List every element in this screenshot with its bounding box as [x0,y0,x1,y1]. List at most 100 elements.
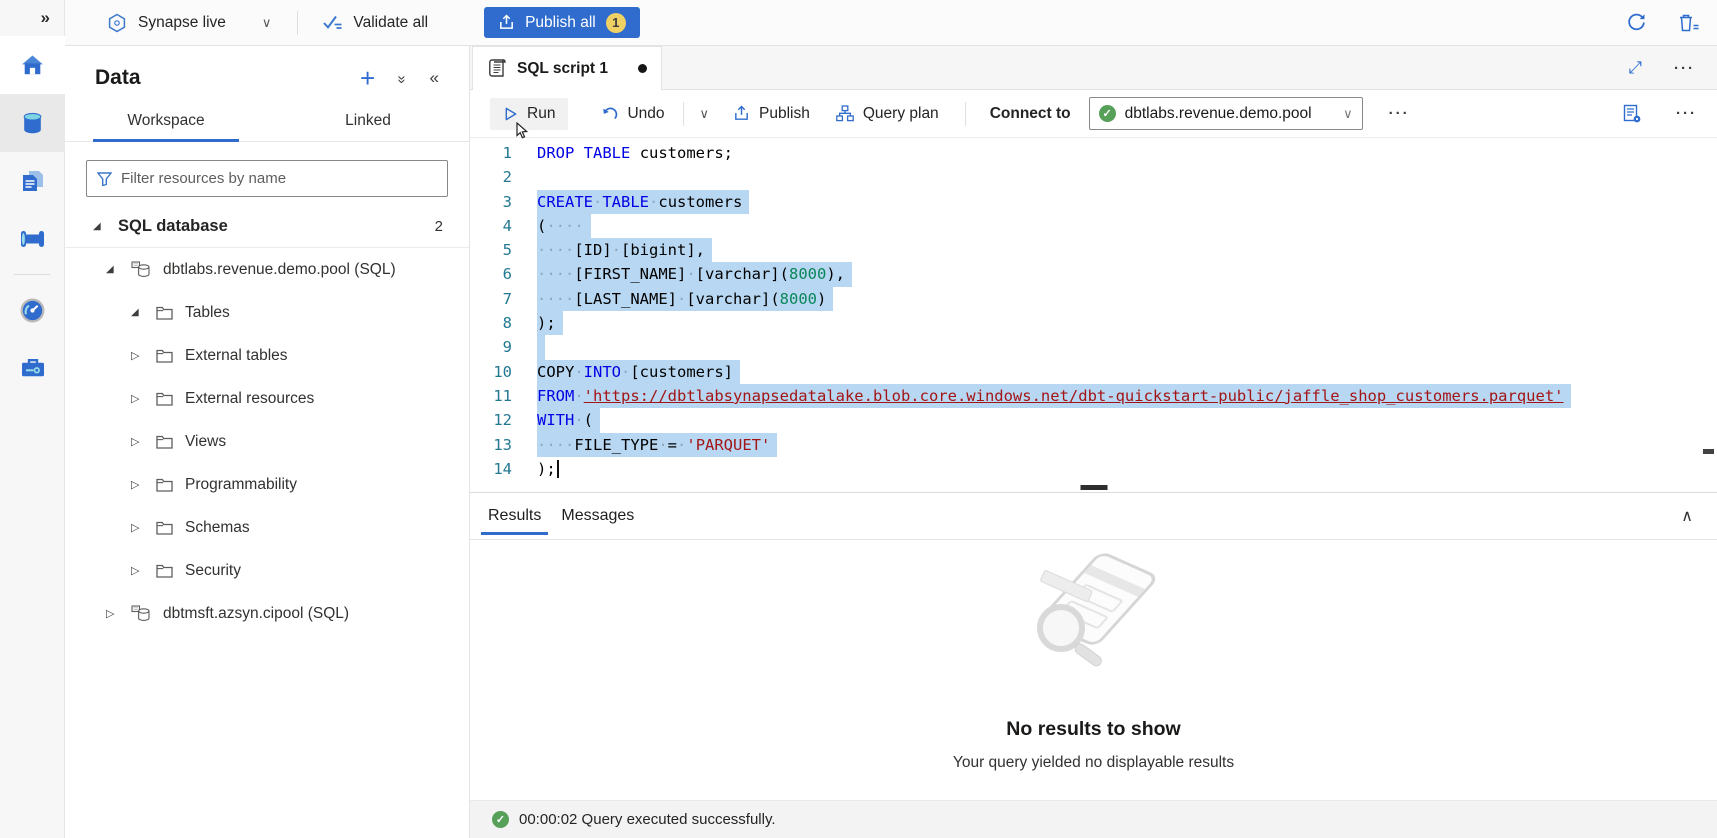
rail-item-monitor[interactable] [0,281,65,339]
add-resource-button[interactable]: + [360,68,375,88]
tree-expander-icon[interactable]: ▷ [131,564,145,577]
tree-item-count: 2 [435,218,469,235]
query-plan-button[interactable]: Query plan [836,105,939,123]
tree-item-dbtlabs-revenue-demo-pool-sql[interactable]: ◢dbtlabs.revenue.demo.pool (SQL) [65,248,469,291]
tree-item-label: Tables [185,304,230,322]
expand-editor-icon[interactable]: ⤢ [1628,58,1642,78]
refresh-icon[interactable] [1626,12,1647,33]
tab-results[interactable]: Results [478,493,551,539]
left-nav-rail: » [0,0,65,838]
develop-icon [20,168,46,194]
tree-expander-icon[interactable]: ◢ [131,307,145,318]
tree-item-security[interactable]: ▷Security [65,549,469,592]
toolbar-more-icon[interactable]: ··· [1389,105,1410,122]
tree-item-schemas[interactable]: ▷Schemas [65,506,469,549]
rail-item-integrate[interactable] [0,210,65,268]
tab-sql-script-1[interactable]: SQL script 1 [472,46,662,90]
collapse-results-icon[interactable]: ∧ [1681,506,1717,526]
tree-expander-icon[interactable]: ▷ [131,521,145,534]
tab-messages[interactable]: Messages [551,493,644,539]
folder-icon [156,392,173,406]
tree-item-external-resources[interactable]: ▷External resources [65,377,469,420]
tree-expander-icon[interactable]: ▷ [131,435,145,448]
selection-highlight: ····[LAST_NAME]·[varchar](8000) [537,287,833,311]
run-options-chevron-icon[interactable]: ∨ [700,106,710,122]
results-tab-bar: Results Messages ∧ [470,493,1717,540]
top-command-bar: Synapse live ∨ Validate all Publish all … [65,0,1717,46]
home-icon [19,52,46,78]
tab-workspace[interactable]: Workspace [65,102,267,141]
tree-expander-icon[interactable]: ▷ [106,607,120,620]
panel-title: Data [95,66,141,90]
collapse-all-icon[interactable]: » [394,75,411,81]
code-line [537,335,1717,359]
properties-icon[interactable] [1622,104,1642,124]
tree-item-dbtmsft-azsyn-cipool-sql[interactable]: ▷dbtmsft.azsyn.cipool (SQL) [65,592,469,635]
tree-item-programmability[interactable]: ▷ Programmability [65,463,469,506]
publish-button[interactable]: Publish [733,105,810,123]
status-message: 00:00:02 Query executed successfully. [519,811,776,828]
selection-highlight: WITH·( [537,408,600,432]
tree-expander-icon[interactable]: ▷ [131,478,145,491]
line-number: 13 [470,433,512,457]
collapse-panel-icon[interactable]: « [430,68,439,88]
line-number: 14 [470,457,512,481]
publish-all-label: Publish all [525,14,596,32]
tab-more-actions-icon[interactable]: ··· [1674,60,1695,77]
upload-icon [498,14,515,31]
pane-splitter[interactable] [470,487,1717,493]
manage-toolbox-icon [19,355,47,381]
filter-box[interactable] [86,160,448,197]
selection-highlight: ····[FIRST_NAME]·[varchar](8000), [537,262,852,286]
query-plan-label: Query plan [863,105,939,123]
line-number: 5 [470,238,512,262]
toolbar-divider [297,11,298,35]
pool-select-dropdown[interactable]: ✓ dbtlabs.revenue.demo.pool ∨ [1089,97,1363,130]
validate-all-button[interactable]: Validate all [322,14,428,32]
tree-expander-icon[interactable]: ◢ [93,221,107,232]
tree-expander-icon[interactable]: ▷ [131,349,145,362]
tree-expander-icon[interactable]: ▷ [131,392,145,405]
selection-highlight: (···· [537,214,591,238]
discard-all-icon[interactable] [1677,12,1699,33]
undo-button[interactable]: Undo [600,105,664,123]
tree-item-views[interactable]: ▷Views [65,420,469,463]
filter-input[interactable] [121,170,437,187]
line-number: 4 [470,214,512,238]
success-check-icon: ✓ [492,811,509,828]
selection-highlight: COPY·INTO·[customers] [537,360,740,384]
overview-ruler-mark [1703,449,1714,454]
run-button[interactable]: Run [490,98,568,130]
publish-all-button[interactable]: Publish all 1 [484,7,640,38]
sql-code-editor[interactable]: 1234567891011121314 DROP TABLE customers… [470,138,1717,487]
selection-highlight: FROM·'https://dbtlabsynapsedatalake.blob… [537,384,1571,408]
mode-selector[interactable]: Synapse live ∨ [107,13,271,33]
tree-item-tables[interactable]: ◢ Tables [65,291,469,334]
line-number-gutter: 1234567891011121314 [470,138,524,487]
tree-item-external-tables[interactable]: ▷ External tables [65,334,469,377]
folder-icon [156,349,173,363]
expand-nav-button[interactable]: » [0,0,64,36]
play-icon [503,106,518,122]
tree-item-label: External tables [185,347,288,365]
tree-item-label: Programmability [185,476,297,494]
editor-more-actions-icon[interactable]: ··· [1676,105,1697,122]
tree-item-sql-database[interactable]: ◢SQL database2 [65,205,469,248]
editor-tab-bar: SQL script 1 ⤢ ··· [470,46,1717,90]
selection-highlight: ····[ID]·[bigint], [537,238,712,262]
code-line: ····[ID]·[bigint], [537,238,1717,262]
rail-item-manage[interactable] [0,339,65,397]
rail-item-home[interactable] [0,36,65,94]
rail-item-develop[interactable] [0,152,65,210]
connect-to-label: Connect to [990,105,1071,123]
chevron-down-icon[interactable]: ∨ [262,15,272,31]
code-content: DROP TABLE customers;CREATE·TABLE·custom… [524,138,1717,487]
code-line: FROM·'https://dbtlabsynapsedatalake.blob… [537,384,1717,408]
folder-icon [156,564,173,578]
tree-expander-icon[interactable]: ◢ [106,264,120,275]
splitter-handle[interactable] [1080,485,1107,490]
rail-item-data[interactable] [0,94,65,152]
filter-funnel-icon [97,172,112,186]
line-number: 11 [470,384,512,408]
tab-linked[interactable]: Linked [267,102,469,141]
